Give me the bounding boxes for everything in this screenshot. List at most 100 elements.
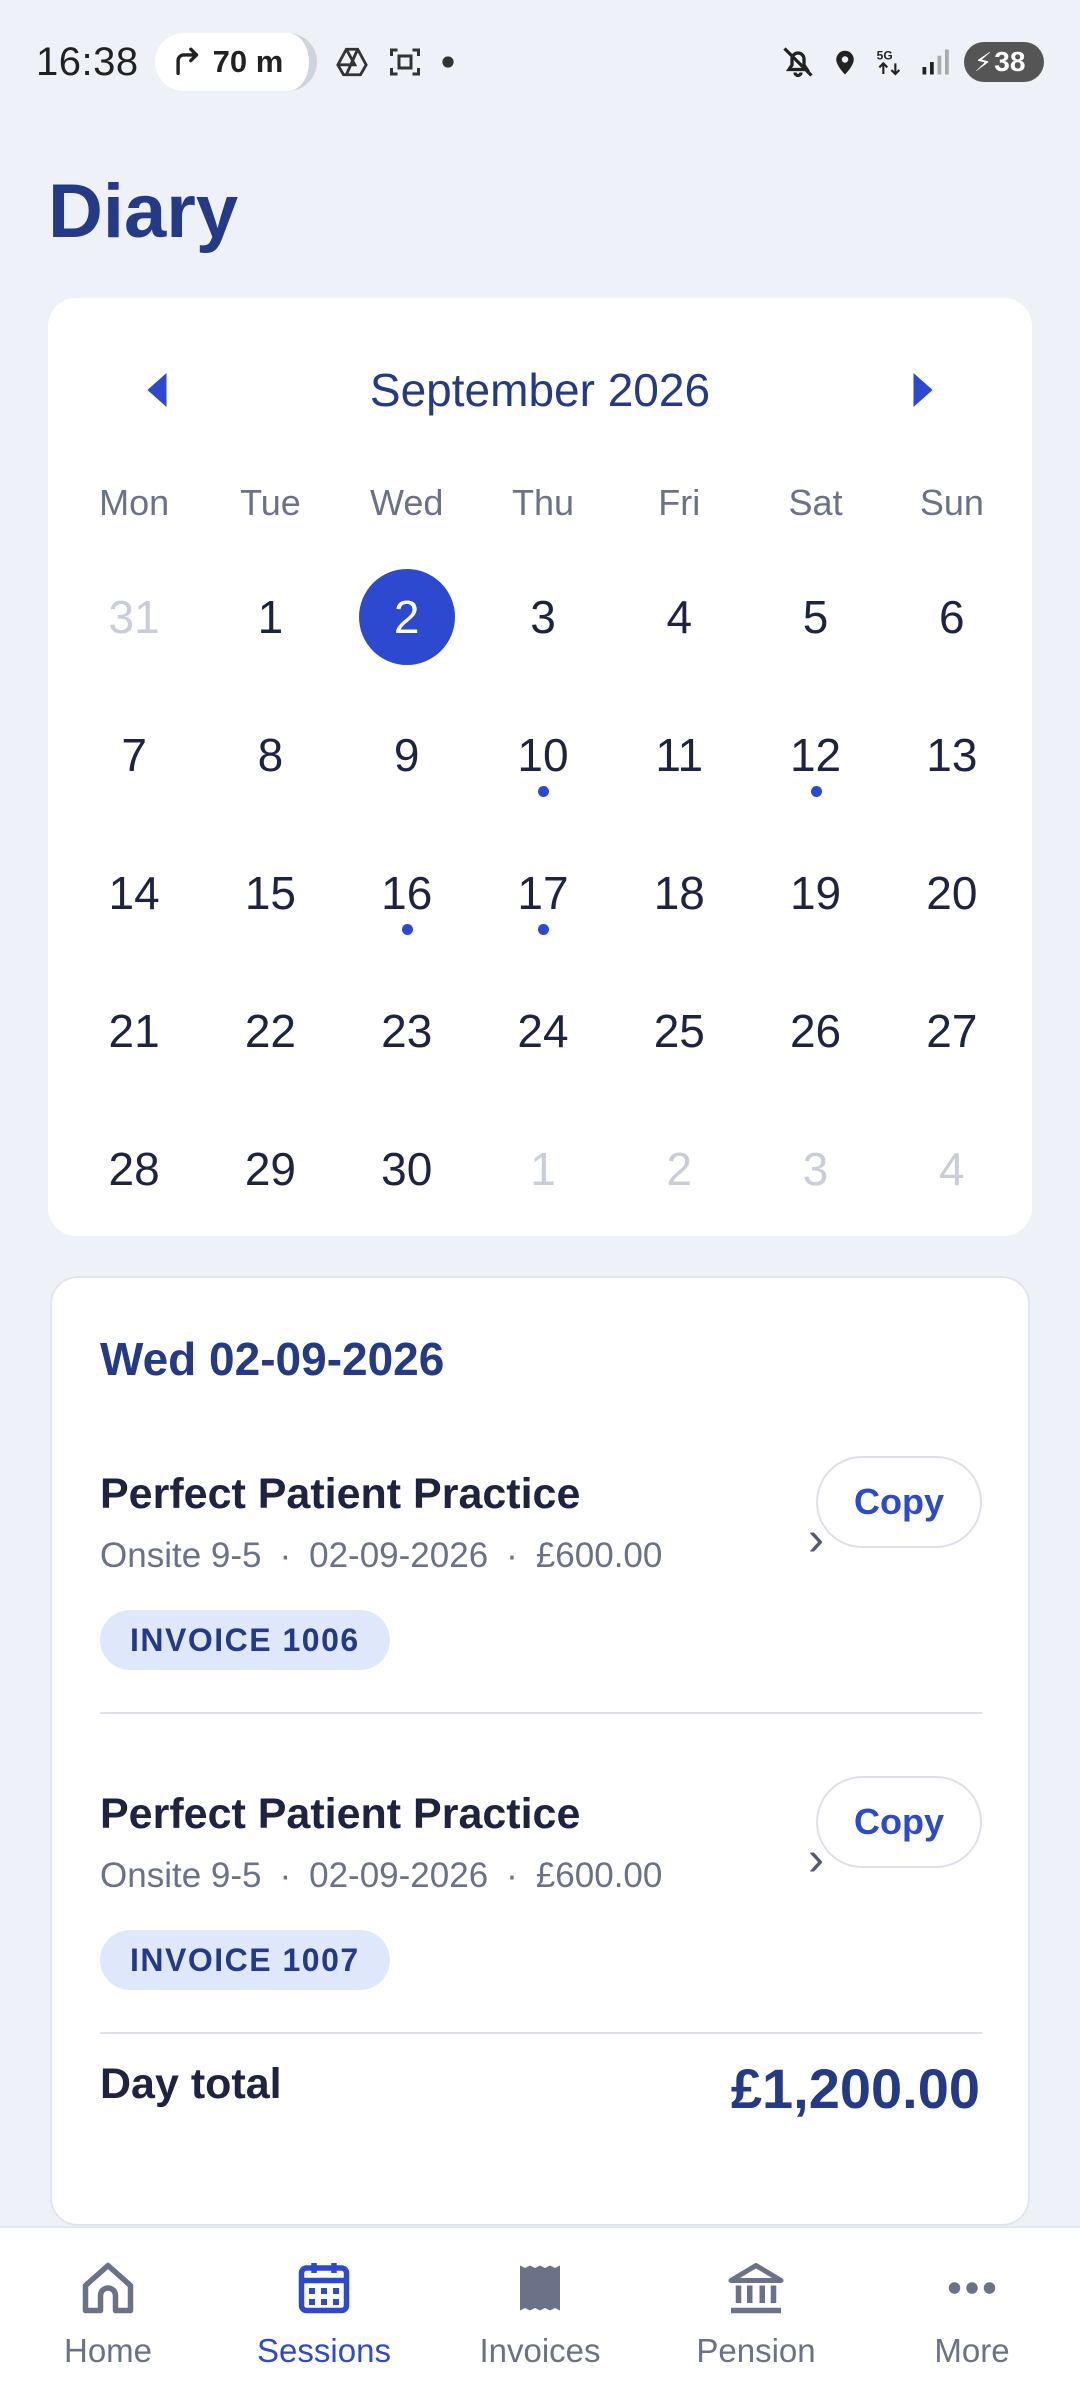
location-icon — [836, 50, 854, 75]
day-number: 5 — [802, 591, 829, 643]
day-number: 17 — [517, 867, 569, 919]
day-number: 3 — [802, 1143, 829, 1195]
calendar-day[interactable]: 27 — [884, 962, 1020, 1100]
navigation-chip[interactable]: 70 m — [154, 33, 318, 91]
calendar-day[interactable]: 31 — [66, 548, 202, 686]
calendar-day[interactable]: 30 — [339, 1100, 475, 1238]
calendar-day[interactable]: 3 — [747, 1100, 883, 1238]
day-number: 2 — [358, 569, 455, 665]
separator-dot: · — [506, 1536, 518, 1575]
calendar-day[interactable]: 14 — [66, 824, 202, 962]
calendar-day[interactable]: 21 — [66, 962, 202, 1100]
day-number: 6 — [939, 591, 965, 643]
separator-dot: · — [279, 1856, 292, 1895]
calendar-day[interactable]: 3 — [475, 548, 611, 686]
session-practice: Perfect Patient Practice — [100, 1790, 581, 1838]
bank-icon — [728, 2263, 784, 2314]
calendar-day[interactable]: 5 — [747, 548, 883, 686]
day-number: 12 — [789, 729, 842, 781]
nav-home[interactable]: Home — [0, 2228, 216, 2400]
separator-dot: · — [279, 1536, 292, 1575]
turn-right-icon — [175, 47, 198, 76]
day-number: 24 — [517, 1005, 569, 1057]
nav-invoices[interactable]: Invoices — [432, 2228, 648, 2400]
session-meta: Onsite 9-5 · 02-09-2026 · £600.00 — [100, 1856, 662, 1896]
calendar-day[interactable]: 12 — [747, 686, 883, 824]
nav-label: Home — [63, 2332, 153, 2369]
calendar-day[interactable]: 8 — [202, 686, 338, 824]
signal-icon — [922, 49, 949, 75]
session-type: Onsite 9-5 — [100, 1856, 262, 1895]
screenshot-icon — [390, 48, 421, 76]
calendar-day[interactable]: 22 — [202, 962, 338, 1100]
calendar-day[interactable]: 2 — [611, 1100, 747, 1238]
calendar-day[interactable]: 18 — [611, 824, 747, 962]
event-dot-icon — [810, 786, 822, 797]
calendar-day[interactable]: 28 — [66, 1100, 202, 1238]
charging-icon: ⚡ — [974, 46, 993, 77]
calendar-day[interactable]: 17 — [475, 824, 611, 962]
calendar-day[interactable]: 1 — [475, 1100, 611, 1238]
calendar-day[interactable]: 16 — [339, 824, 475, 962]
calendar-icon — [298, 2263, 350, 2314]
session-amount: £600.00 — [535, 1856, 663, 1895]
nav-more[interactable]: More — [864, 2228, 1080, 2400]
session-type: Onsite 9-5 — [100, 1536, 262, 1575]
invoice-badge[interactable]: INVOICE 1006 — [100, 1610, 390, 1670]
calendar-day[interactable]: 25 — [611, 962, 747, 1100]
day-number: 29 — [244, 1143, 296, 1195]
calendar-day[interactable]: 15 — [202, 824, 338, 962]
calendar-day[interactable]: 20 — [884, 824, 1020, 962]
receipt-icon — [520, 2265, 560, 2311]
calendar-card: September 2026 Mon Tue Wed Thu Fri Sat S… — [48, 298, 1032, 1236]
notification-dot-icon — [442, 56, 454, 68]
session-item[interactable]: Perfect Patient Practice Onsite 9-5 · 02… — [100, 1456, 982, 1790]
page-title: Diary — [48, 169, 239, 254]
calendar-day[interactable]: 4 — [611, 548, 747, 686]
copy-button[interactable]: Copy — [816, 1456, 982, 1548]
nav-sessions[interactable]: Sessions — [216, 2228, 432, 2400]
nav-label: Invoices — [479, 2332, 601, 2369]
day-number: 9 — [393, 729, 420, 781]
weekday-label: Sun — [919, 482, 984, 523]
calendar-day[interactable]: 29 — [202, 1100, 338, 1238]
day-detail-card: Wed 02-09-2026 Perfect Patient Practice … — [50, 1276, 1030, 2226]
calendar-day[interactable]: 6 — [884, 548, 1020, 686]
day-number: 28 — [108, 1143, 160, 1195]
day-number: 16 — [381, 867, 433, 919]
calendar-day[interactable]: 24 — [475, 962, 611, 1100]
day-number: 22 — [244, 1005, 296, 1057]
bottom-navigation: Home Sessions Invoices Pension More — [0, 2226, 1080, 2400]
nav-pension[interactable]: Pension — [648, 2228, 864, 2400]
calendar-day[interactable]: 13 — [884, 686, 1020, 824]
calendar-day[interactable]: 26 — [747, 962, 883, 1100]
calendar-day-selected[interactable]: 2 — [339, 548, 475, 686]
day-total-label: Day total — [100, 2060, 282, 2108]
battery-level: 38 — [994, 46, 1026, 77]
calendar-day[interactable]: 23 — [339, 962, 475, 1100]
calendar-day[interactable]: 11 — [611, 686, 747, 824]
nav-label: More — [934, 2332, 1010, 2369]
divider — [100, 1712, 982, 1714]
nav-label: Pension — [696, 2332, 816, 2369]
session-amount: £600.00 — [535, 1536, 663, 1575]
calendar-day[interactable]: 10 — [475, 686, 611, 824]
copy-button[interactable]: Copy — [816, 1776, 982, 1868]
day-number: 3 — [530, 591, 556, 643]
next-month-button[interactable] — [892, 360, 952, 420]
invoice-badge[interactable]: INVOICE 1007 — [100, 1930, 390, 1990]
day-number: 7 — [121, 729, 147, 781]
day-number: 20 — [926, 867, 978, 919]
calendar-day[interactable]: 19 — [747, 824, 883, 962]
calendar-day[interactable]: 1 — [202, 548, 338, 686]
weekday-label: Wed — [370, 482, 444, 523]
nav-label: Sessions — [257, 2332, 391, 2369]
svg-text:5G: 5G — [877, 48, 893, 62]
calendar-day[interactable]: 7 — [66, 686, 202, 824]
separator-dot: · — [506, 1856, 518, 1895]
day-number: 21 — [108, 1005, 160, 1057]
calendar-day[interactable]: 9 — [339, 686, 475, 824]
month-label: September 2026 — [369, 364, 711, 416]
previous-month-button[interactable] — [128, 360, 188, 420]
calendar-day[interactable]: 4 — [884, 1100, 1020, 1238]
